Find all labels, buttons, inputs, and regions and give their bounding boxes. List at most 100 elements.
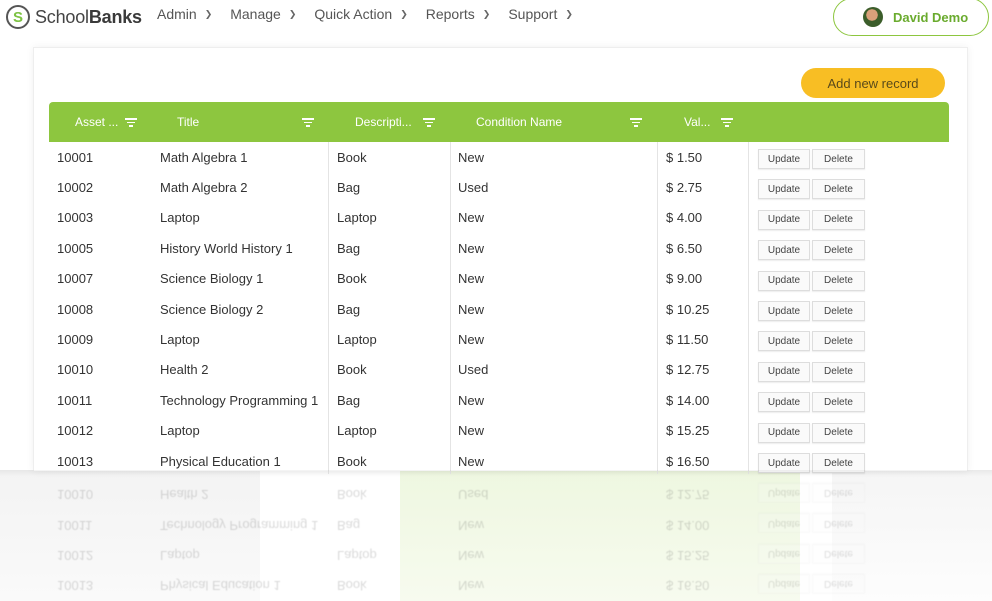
cell-title: Math Algebra 1 (160, 149, 248, 165)
cell-desc: Laptop (337, 477, 377, 479)
chevron-down-icon: ❯ (400, 8, 408, 19)
column-header-description[interactable]: Descripti... (355, 102, 412, 142)
brand-logo[interactable]: S SchoolBanks (6, 5, 142, 29)
cell-cond: New (458, 271, 485, 287)
table-row[interactable]: 10013 Physical Education 1 Book New $ 16.50 U… (49, 571, 949, 601)
nav-manage[interactable]: Manage ❯ (230, 6, 296, 22)
delete-button[interactable]: Delete (812, 149, 865, 169)
table-row[interactable]: 10007 Science Biology 1 Book New $ 9.00 Updat… (49, 264, 949, 294)
filter-icon[interactable] (302, 118, 314, 127)
table-row[interactable]: 10012 Laptop Laptop New $ 15.25 Update Delete (49, 416, 949, 446)
table-row[interactable]: 10012 Laptop Laptop New $ 15.25 Update Delete (49, 541, 949, 571)
table-row[interactable]: 10008 Science Biology 2 Bag New $ 10.25 Updat… (49, 294, 949, 324)
cell-val: $ 12.75 (666, 487, 710, 503)
cell-desc: Bag (337, 179, 361, 195)
cell-title: Laptop (160, 477, 200, 479)
cell-cond: New (458, 149, 485, 165)
cell-val: $ 10.25 (666, 301, 710, 317)
cell-desc: Book (337, 271, 367, 287)
delete-button[interactable]: Delete (812, 301, 865, 321)
cell-title: Math Algebra 2 (160, 179, 248, 195)
update-button[interactable]: Update (758, 574, 810, 594)
filter-icon[interactable] (125, 118, 137, 127)
cell-asset: 10011 (57, 517, 93, 533)
cell-title: Laptop (160, 210, 200, 226)
cell-cond: Used (458, 179, 489, 195)
table-row[interactable]: 10010 Health 2 Book Used $ 12.75 Update Delete (49, 355, 949, 385)
delete-button[interactable]: Delete (812, 270, 865, 291)
cell-val: $ 16.50 (666, 578, 710, 594)
update-button[interactable]: Update (758, 392, 810, 413)
update-button[interactable]: Update (758, 149, 810, 169)
nav-quick-action[interactable]: Quick Action ❯ (314, 6, 407, 22)
delete-button[interactable]: Delete (812, 574, 865, 594)
filter-icon[interactable] (423, 118, 435, 127)
cell-asset: 10005 (57, 240, 94, 256)
cell-asset: 10012 (57, 423, 94, 439)
delete-button[interactable]: Delete (812, 361, 865, 382)
update-button[interactable]: Update (758, 361, 810, 382)
delete-button[interactable]: Delete (812, 482, 865, 503)
chevron-down-icon: ❯ (204, 8, 213, 19)
table-row[interactable]: 10009LaptopLaptopNew$ 11.50UpdateDelete (49, 324, 949, 354)
chevron-down-icon: ❯ (482, 8, 491, 19)
delete-button[interactable]: Delete (812, 179, 865, 200)
cell-asset: 10008 (57, 301, 94, 317)
cell-title: Technology Programming 1 (160, 392, 319, 408)
update-button[interactable]: Update (758, 331, 810, 352)
nav-support[interactable]: Support ❯ (508, 6, 573, 22)
column-header-asset[interactable]: Asset ... (75, 102, 118, 142)
delete-button[interactable]: Delete (812, 513, 865, 534)
delete-button[interactable]: Delete (812, 331, 865, 352)
delete-button[interactable]: Delete (812, 240, 865, 261)
cell-title: Physical Education 1 (160, 578, 281, 594)
cell-asset: 10010 (57, 487, 94, 503)
delete-button[interactable]: Delete (812, 209, 865, 230)
cell-desc: Book (337, 578, 367, 594)
update-button[interactable]: Update (758, 422, 810, 443)
column-header-title[interactable]: Title (177, 102, 199, 142)
update-button[interactable]: Update (758, 482, 810, 503)
update-button[interactable]: Update (758, 179, 810, 200)
table-row[interactable]: 10003 Laptop Laptop New $ 4.00 Update Delete (49, 203, 949, 233)
cell-asset: 10007 (57, 271, 94, 287)
update-button[interactable]: Update (758, 513, 810, 534)
cell-cond: New (458, 517, 485, 533)
cell-val: $ 14.00 (666, 392, 710, 408)
add-new-record-button[interactable]: Add new record (801, 68, 945, 98)
update-button[interactable]: Update (758, 240, 810, 261)
cell-val: $ 15.25 (666, 423, 710, 439)
table-row[interactable]: 10001 Math Algebra 1 Book New $ 1.50 Update De… (49, 142, 949, 172)
cell-asset: 10003 (57, 210, 94, 226)
table-row[interactable]: 10005 History World History 1 Bag New $ 6.50… (49, 233, 949, 263)
cell-asset: 10002 (57, 179, 94, 195)
cell-val: $ 12.75 (666, 362, 710, 378)
nav-reports[interactable]: Reports ❯ (426, 6, 491, 22)
cell-val: $ 11.50 (666, 477, 708, 479)
update-button[interactable]: Update (758, 543, 810, 564)
table-row[interactable]: 10011 Technology Programming 1 Bag New $ 14.… (49, 385, 949, 415)
delete-button[interactable]: Delete (812, 392, 865, 413)
update-button[interactable]: Update (758, 209, 810, 230)
cell-asset: 10001 (57, 149, 94, 165)
table-row[interactable]: 10009LaptopLaptopNew$ 11.50UpdateDelete (49, 477, 949, 479)
cell-cond: New (458, 477, 484, 479)
nav-admin[interactable]: Admin ❯ (157, 6, 212, 22)
cell-asset: 10011 (57, 392, 93, 408)
column-header-condition[interactable]: Condition Name (476, 102, 562, 142)
column-header-value[interactable]: Val... (684, 102, 710, 142)
delete-button[interactable]: Delete (812, 422, 865, 443)
top-navbar: S SchoolBanks Admin ❯ Manage ❯ Quick Actio… (0, 0, 992, 36)
delete-button[interactable]: Delete (812, 543, 865, 564)
update-button[interactable]: Update (758, 270, 810, 291)
table-row[interactable]: 10002 Math Algebra 2 Bag Used $ 2.75 Update De… (49, 172, 949, 202)
cell-cond: New (458, 240, 485, 256)
update-button[interactable]: Update (758, 301, 810, 321)
table-row[interactable]: 10010 Health 2 Book Used $ 12.75 Update Delete (49, 480, 949, 510)
cell-desc: Bag (337, 240, 361, 256)
filter-icon[interactable] (630, 118, 642, 127)
cell-desc: Book (337, 362, 367, 378)
table-row[interactable]: 10011 Technology Programming 1 Bag New $ 14.… (49, 510, 949, 540)
user-menu-button[interactable]: David Demo (833, 0, 989, 36)
filter-icon[interactable] (721, 118, 733, 127)
